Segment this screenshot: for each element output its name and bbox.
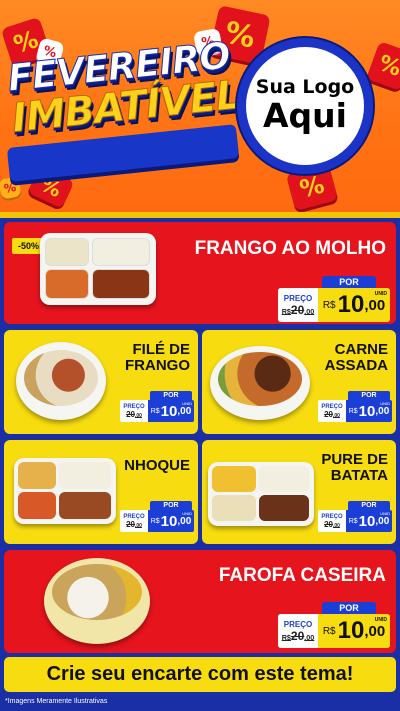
- food-image: [44, 558, 150, 644]
- product-card-nhoque[interactable]: NHOQUE POR PREÇO 20,00 R$ 10,00 UNID: [4, 440, 198, 544]
- product-name: FAROFA CASEIRA: [218, 565, 386, 586]
- food-image: [210, 346, 310, 420]
- price-box: PREÇO R$20,00 R$ 10 ,00 UNID: [278, 614, 390, 648]
- logo-placeholder: Sua Logo Aqui: [237, 38, 373, 174]
- price-box: PREÇO 20,00 R$ 10,00 UNID: [120, 510, 194, 532]
- logo-text-1: Sua Logo: [255, 76, 355, 99]
- food-image: [208, 462, 314, 526]
- por-label: POR: [322, 276, 376, 288]
- cta-banner[interactable]: Crie seu encarte com este tema!: [4, 657, 396, 692]
- product-card-frango-ao-molho[interactable]: -50% FRANGO AO MOLHO POR PREÇO R$20,00 R…: [4, 222, 396, 324]
- por-label: POR: [348, 501, 390, 510]
- product-name: FILÉ DE FRANGO: [125, 341, 190, 375]
- food-image: [16, 342, 106, 420]
- product-name: PURE DE BATATA: [321, 451, 388, 485]
- price-box: PREÇO 20,00 R$ 10,00 UNID: [120, 400, 194, 422]
- product-card-farofa-caseira[interactable]: FAROFA CASEIRA POR PREÇO R$20,00 R$ 10 ,…: [4, 550, 396, 653]
- footnote: *Imagens Meramente Ilustrativas: [5, 698, 108, 705]
- product-card-pure-de-batata[interactable]: PURE DE BATATA POR PREÇO 20,00 R$ 10,00 UNID: [202, 440, 396, 544]
- food-image: [14, 458, 116, 524]
- price-box: PREÇO 20,00 R$ 10,00 UNID: [318, 400, 392, 422]
- product-name: FRANGO AO MOLHO: [194, 238, 386, 259]
- percent-tag-icon: %: [366, 41, 400, 91]
- product-card-file-de-frango[interactable]: FILÉ DE FRANGO POR PREÇO 20,00 R$ 10,00 UNID: [4, 330, 198, 434]
- product-name: CARNE ASSADA: [324, 341, 388, 375]
- price-box: PREÇO 20,00 R$ 10,00 UNID: [318, 510, 392, 532]
- por-label: POR: [150, 501, 192, 510]
- por-label: POR: [322, 602, 376, 614]
- por-label: POR: [348, 391, 390, 400]
- product-card-carne-assada[interactable]: CARNE ASSADA POR PREÇO 20,00 R$ 10,00 UNID: [202, 330, 396, 434]
- logo-text-2: Aqui: [263, 96, 347, 136]
- price-box: PREÇO R$20,00 R$ 10 ,00 UNID: [278, 288, 390, 322]
- product-name: NHOQUE: [124, 457, 190, 474]
- header-banner: % % % % % % % % FEVEREIRO IMBATÍVEL Sua …: [0, 0, 400, 212]
- food-image: [40, 233, 156, 305]
- por-label: POR: [150, 391, 192, 400]
